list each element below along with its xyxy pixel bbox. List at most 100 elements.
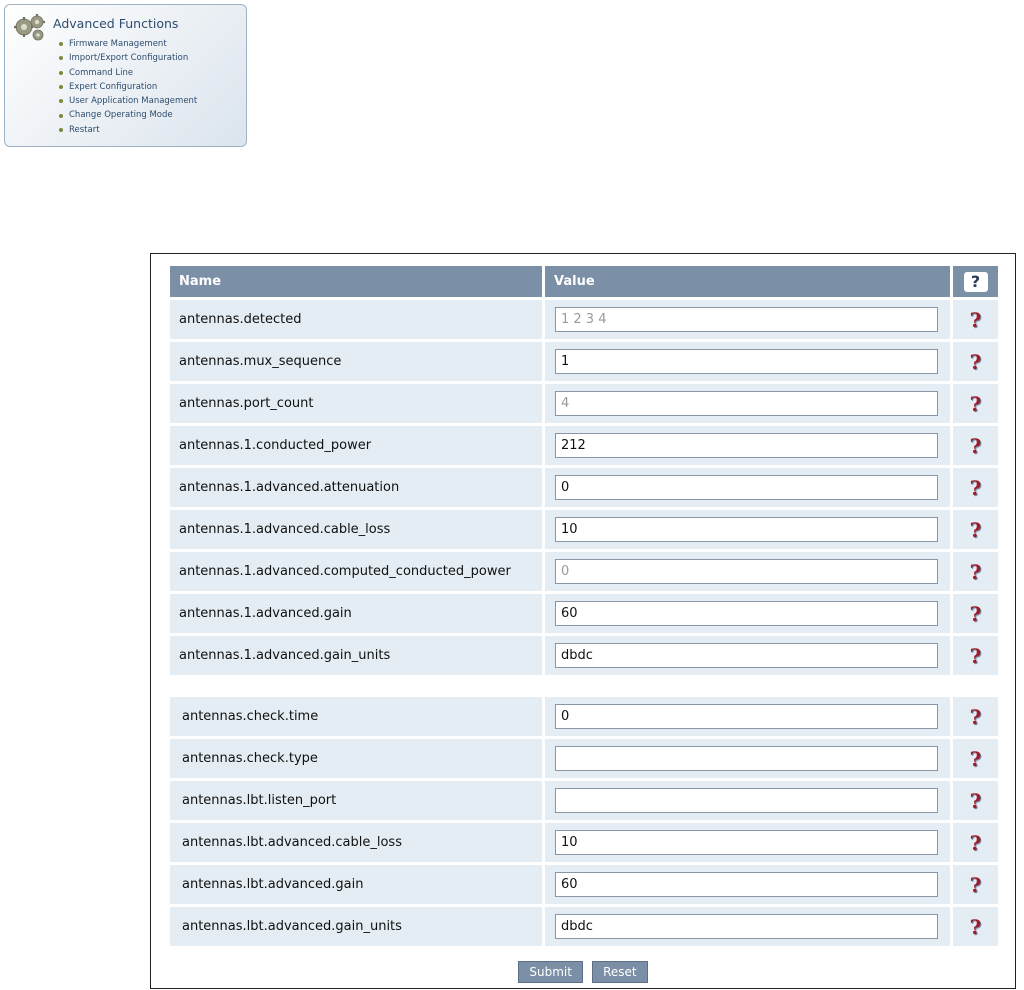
menu-item-user-application-management[interactable]: User Application Management <box>59 94 197 108</box>
table-row: antennas.1.advanced.computed_conducted_p… <box>170 552 998 591</box>
table-row: antennas.lbt.listen_port? <box>170 781 998 820</box>
help-icon[interactable]: ? <box>970 392 982 416</box>
section-spacer <box>170 678 998 694</box>
column-header-name: Name <box>170 266 542 297</box>
table-row: antennas.1.advanced.attenuation? <box>170 468 998 507</box>
table-row: antennas.mux_sequence? <box>170 342 998 381</box>
advanced-functions-title: Advanced Functions <box>53 16 179 31</box>
help-icon[interactable]: ? <box>970 831 982 855</box>
table-row: antennas.1.advanced.gain? <box>170 594 998 633</box>
table-body-primary: antennas.detected?antennas.mux_sequence?… <box>170 300 998 675</box>
table-row: antennas.lbt.advanced.cable_loss? <box>170 823 998 862</box>
help-icon[interactable]: ? <box>970 434 982 458</box>
menu-item-firmware-management[interactable]: Firmware Management <box>59 37 197 51</box>
help-cell: ? <box>953 300 998 339</box>
setting-value-cell <box>545 823 950 862</box>
help-cell: ? <box>953 552 998 591</box>
help-cell: ? <box>953 510 998 549</box>
bullet-icon <box>59 56 63 61</box>
setting-value-input[interactable] <box>555 349 938 374</box>
setting-value-cell <box>545 594 950 633</box>
setting-value-cell <box>545 697 950 736</box>
menu-item-label[interactable]: Import/Export Configuration <box>69 51 188 65</box>
setting-name: antennas.detected <box>170 300 542 339</box>
help-cell: ? <box>953 594 998 633</box>
setting-value-input[interactable] <box>555 704 938 729</box>
reset-button[interactable]: Reset <box>592 961 648 983</box>
setting-name: antennas.check.type <box>170 739 542 778</box>
menu-item-restart[interactable]: Restart <box>59 123 197 137</box>
menu-item-command-line[interactable]: Command Line <box>59 66 197 80</box>
setting-name: antennas.lbt.listen_port <box>170 781 542 820</box>
help-icon[interactable]: ? <box>970 350 982 374</box>
setting-value-cell <box>545 384 950 423</box>
setting-value-input[interactable] <box>555 391 938 416</box>
help-icon[interactable]: ? <box>970 789 982 813</box>
help-cell: ? <box>953 384 998 423</box>
setting-value-input[interactable] <box>555 433 938 458</box>
help-cell: ? <box>953 426 998 465</box>
setting-value-input[interactable] <box>555 788 938 813</box>
help-icon[interactable]: ? <box>970 915 982 939</box>
menu-item-label[interactable]: Restart <box>69 123 100 137</box>
help-icon[interactable]: ? <box>970 747 982 771</box>
help-cell: ? <box>953 342 998 381</box>
menu-item-label[interactable]: Firmware Management <box>69 37 167 51</box>
help-icon[interactable]: ? <box>970 560 982 584</box>
help-icon[interactable]: ? <box>970 873 982 897</box>
table-row: antennas.1.advanced.gain_units? <box>170 636 998 675</box>
setting-value-input[interactable] <box>555 517 938 542</box>
menu-item-label[interactable]: Command Line <box>69 66 133 80</box>
menu-item-label[interactable]: User Application Management <box>69 94 197 108</box>
setting-value-input[interactable] <box>555 914 938 939</box>
setting-name: antennas.lbt.advanced.cable_loss <box>170 823 542 862</box>
table-row: antennas.detected? <box>170 300 998 339</box>
table-header-row: Name Value ? <box>170 266 998 297</box>
advanced-functions-list: Firmware Management Import/Export Config… <box>59 37 197 137</box>
setting-value-input[interactable] <box>555 559 938 584</box>
setting-name: antennas.1.advanced.computed_conducted_p… <box>170 552 542 591</box>
bullet-icon <box>59 85 63 90</box>
help-icon[interactable]: ? <box>970 602 982 626</box>
help-cell: ? <box>953 823 998 862</box>
setting-value-input[interactable] <box>555 601 938 626</box>
help-icon[interactable]: ? <box>970 308 982 332</box>
menu-item-label[interactable]: Change Operating Mode <box>69 108 173 122</box>
help-cell: ? <box>953 468 998 507</box>
submit-button[interactable]: Submit <box>518 961 583 983</box>
help-header-icon[interactable]: ? <box>963 271 988 292</box>
setting-value-input[interactable] <box>555 872 938 897</box>
setting-name: antennas.1.advanced.attenuation <box>170 468 542 507</box>
advanced-functions-panel: Advanced Functions Firmware Management I… <box>4 4 247 147</box>
setting-name: antennas.lbt.advanced.gain <box>170 865 542 904</box>
setting-value-input[interactable] <box>555 475 938 500</box>
help-icon[interactable]: ? <box>970 705 982 729</box>
configuration-table: Name Value ? antennas.detected?antennas.… <box>170 263 998 949</box>
help-icon[interactable]: ? <box>970 476 982 500</box>
setting-value-cell <box>545 552 950 591</box>
menu-item-import-export-configuration[interactable]: Import/Export Configuration <box>59 51 197 65</box>
setting-name: antennas.mux_sequence <box>170 342 542 381</box>
table-body-secondary: antennas.check.time?antennas.check.type?… <box>170 697 998 946</box>
setting-value-input[interactable] <box>555 830 938 855</box>
setting-value-input[interactable] <box>555 307 938 332</box>
help-cell: ? <box>953 781 998 820</box>
setting-value-cell <box>545 636 950 675</box>
menu-item-expert-configuration[interactable]: Expert Configuration <box>59 80 197 94</box>
help-cell: ? <box>953 865 998 904</box>
help-icon[interactable]: ? <box>970 644 982 668</box>
help-icon[interactable]: ? <box>970 518 982 542</box>
menu-item-change-operating-mode[interactable]: Change Operating Mode <box>59 108 197 122</box>
setting-value-cell <box>545 865 950 904</box>
setting-value-cell <box>545 739 950 778</box>
help-cell: ? <box>953 636 998 675</box>
setting-value-input[interactable] <box>555 746 938 771</box>
help-cell: ? <box>953 697 998 736</box>
table-row: antennas.1.advanced.cable_loss? <box>170 510 998 549</box>
table-row: antennas.check.time? <box>170 697 998 736</box>
setting-value-input[interactable] <box>555 643 938 668</box>
column-header-help: ? <box>953 266 998 297</box>
table-row: antennas.lbt.advanced.gain_units? <box>170 907 998 946</box>
form-buttons: Submit Reset <box>151 961 1015 983</box>
menu-item-label[interactable]: Expert Configuration <box>69 80 157 94</box>
